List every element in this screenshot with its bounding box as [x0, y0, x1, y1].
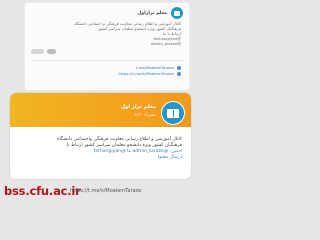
link-row[interactable]: https://t.me/s/MoalemTaraze: [31, 71, 181, 77]
channel-banner: معلم تراز اول مشترک ۳۷۳۰: [10, 93, 191, 127]
channel-avatar-icon[interactable]: [161, 101, 185, 125]
channel-preview-description: کانال آموزشی و اطلاع رسانی معاونت فرهنگی…: [31, 21, 181, 46]
link-icon: [177, 72, 181, 77]
meta-pill: [47, 49, 56, 54]
channel-name: معلم تراز اول: [120, 104, 156, 110]
channel-logo-icon: [171, 7, 183, 19]
channel-preview-header: معلم ترازاول: [137, 7, 183, 19]
description-line[interactable]: @admin_taraze: [31, 41, 181, 46]
channel-preview-name: معلم ترازاول: [137, 10, 167, 16]
link-icon: [177, 66, 181, 71]
footer: bss.cfu.ac.ir https://t.me/s/MoalemTaraz…: [0, 180, 200, 200]
channel-link[interactable]: https://t.me/s/MoalemTaraze: [119, 71, 174, 77]
divider: [31, 60, 183, 61]
channel-preview-card[interactable]: معلم ترازاول کانال آموزشی و اطلاع رسانی …: [24, 2, 190, 91]
footer-url[interactable]: https://t.me/s/MoalemTaraze: [70, 188, 141, 194]
description-line[interactable]: ارسال محتوا: [18, 155, 182, 161]
channel-links: t.me/MoalemTaraze https://t.me/s/MoalemT…: [31, 65, 181, 77]
preview-meta: [31, 49, 56, 54]
meta-pill: [31, 49, 44, 54]
subscriber-count: مشترک ۳۷۳۰: [134, 112, 156, 117]
channel-description: کانال آموزشی و اطلاع رسانی معاونت فرهنگی…: [18, 137, 182, 161]
channel-card[interactable]: معلم تراز اول مشترک ۳۷۳۰ کانال آموزشی و …: [10, 93, 191, 179]
